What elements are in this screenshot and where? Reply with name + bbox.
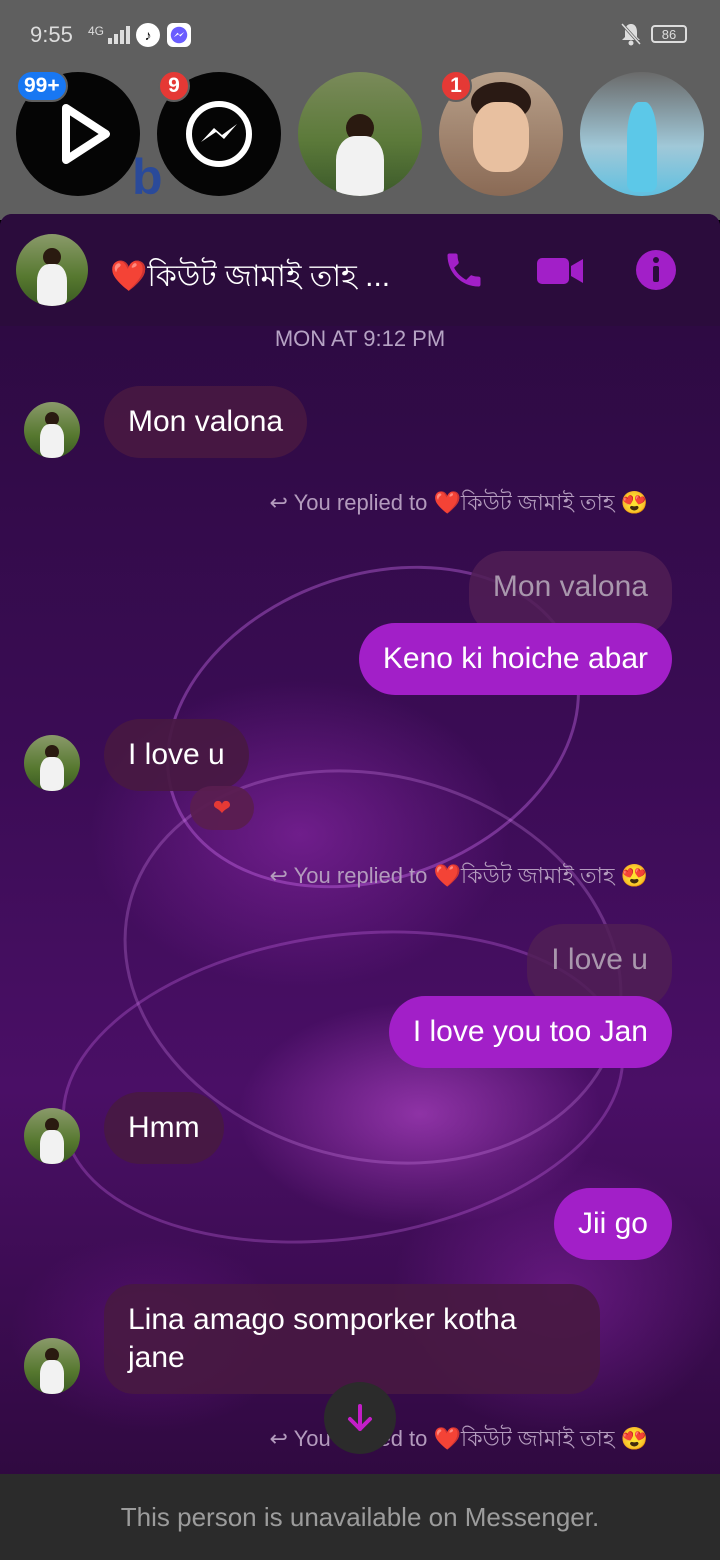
chat-heads-bar: b 99+ 9 1: [0, 70, 720, 220]
tiktok-icon: ♪: [136, 23, 160, 47]
incoming-message[interactable]: Lina amago somporker kotha jane: [104, 1284, 600, 1394]
unavailable-notice: This person is unavailable on Messenger.: [0, 1474, 720, 1560]
scroll-to-bottom-button[interactable]: [324, 1382, 396, 1454]
battery-level: 86: [651, 25, 687, 43]
contact-name[interactable]: ❤️কিউট জামাই তাহ ...: [110, 252, 420, 303]
signal-indicator: 4G: [88, 24, 105, 38]
reply-arrow-icon: ↩: [269, 863, 294, 888]
info-icon[interactable]: [634, 248, 678, 292]
status-time: 9:55: [30, 22, 73, 47]
incoming-message[interactable]: Mon valona: [104, 386, 308, 458]
unread-badge: 99+: [16, 70, 68, 102]
unread-badge: 9: [158, 70, 190, 102]
status-bar: 9:55 4G ♪ 86: [0, 0, 720, 70]
mute-bell-icon: [620, 22, 642, 46]
heart-reaction[interactable]: ❤: [190, 786, 254, 830]
chat-window: ❤️কিউট জামাই তাহ ... MON AT 9:12 PM Mon …: [0, 214, 720, 1560]
reply-context-label: ↩ You replied to ❤️কিউট জামাই তাহ 😍: [269, 490, 649, 515]
reply-arrow-icon: ↩: [269, 1426, 294, 1451]
contact-avatar[interactable]: [16, 234, 88, 306]
sender-avatar[interactable]: [24, 1108, 80, 1164]
timestamp-separator: MON AT 9:12 PM: [274, 326, 446, 351]
messenger-icon: [167, 23, 191, 47]
incoming-message[interactable]: Hmm: [104, 1092, 224, 1164]
reply-context-label: ↩ You replied to ❤️কিউট জামাই তাহ 😍: [269, 863, 649, 888]
unread-badge: 1: [440, 70, 472, 102]
outgoing-message[interactable]: Jii go: [553, 1188, 672, 1260]
conversation-header: ❤️কিউট জামাই তাহ ...: [0, 214, 720, 326]
sender-avatar[interactable]: [24, 402, 80, 458]
facebook-logo-peek: b: [132, 149, 163, 205]
incoming-message[interactable]: I love u: [104, 719, 249, 791]
arrow-down-icon: [348, 1404, 372, 1431]
phone-icon[interactable]: [442, 248, 486, 292]
chat-head-contact-3[interactable]: [580, 72, 704, 196]
signal-bars-icon: [108, 26, 130, 49]
sender-avatar[interactable]: [24, 735, 80, 791]
sender-avatar[interactable]: [24, 1338, 80, 1394]
video-camera-icon[interactable]: [536, 248, 586, 292]
reply-arrow-icon: ↩: [269, 490, 294, 515]
outgoing-message[interactable]: Keno ki hoiche abar: [358, 623, 672, 695]
outgoing-message[interactable]: I love you too Jan: [388, 996, 672, 1068]
chat-head-contact-1[interactable]: [298, 72, 422, 196]
